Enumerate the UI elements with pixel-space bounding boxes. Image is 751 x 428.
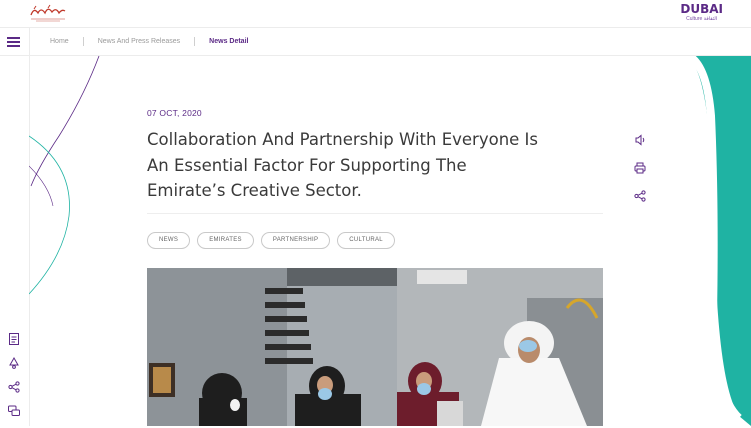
- breadcrumb-current: News Detail: [209, 38, 249, 45]
- tag-emirates[interactable]: EMIRATES: [197, 232, 254, 249]
- dubai-culture-logo[interactable]: DUBAI Culture الثقافة: [680, 2, 723, 23]
- breadcrumb-home[interactable]: Home: [50, 38, 69, 45]
- chat-icon[interactable]: [7, 404, 21, 418]
- article-title: Collaboration And Partnership With Every…: [147, 130, 539, 200]
- tag-partnership[interactable]: PARTNERSHIP: [260, 232, 331, 249]
- decorative-teal-band: [689, 56, 751, 426]
- government-of-dubai-logo[interactable]: [28, 3, 68, 23]
- breadcrumb-separator: [82, 37, 84, 46]
- decorative-curves: [29, 56, 100, 295]
- speaker-icon[interactable]: [632, 132, 648, 148]
- breadcrumb: Home News And Press Releases News Detail: [50, 37, 248, 46]
- title-divider: [147, 213, 603, 214]
- brand-name: DUBAI: [680, 2, 723, 16]
- article-tags: NEWS EMIRATES PARTNERSHIP CULTURAL: [147, 232, 402, 249]
- top-header: DUBAI Culture الثقافة: [0, 0, 751, 28]
- share-icon[interactable]: [7, 380, 21, 394]
- breadcrumb-separator: [194, 37, 196, 46]
- brand-subtitle: Culture الثقافة: [686, 16, 718, 22]
- hamburger-menu-icon[interactable]: [6, 35, 22, 49]
- document-icon[interactable]: [7, 332, 21, 346]
- print-icon[interactable]: [632, 160, 648, 176]
- recycle-icon[interactable]: [7, 356, 21, 370]
- article-photo: [147, 268, 603, 426]
- share-icon[interactable]: [632, 188, 648, 204]
- article-date: 07 OCT, 2020: [147, 108, 202, 118]
- sidebar-tools: [7, 332, 23, 428]
- tag-cultural[interactable]: CULTURAL: [337, 232, 395, 249]
- tag-news[interactable]: NEWS: [147, 232, 191, 249]
- breadcrumb-news-and-press-releases[interactable]: News And Press Releases: [98, 38, 180, 45]
- article-actions: [632, 132, 648, 216]
